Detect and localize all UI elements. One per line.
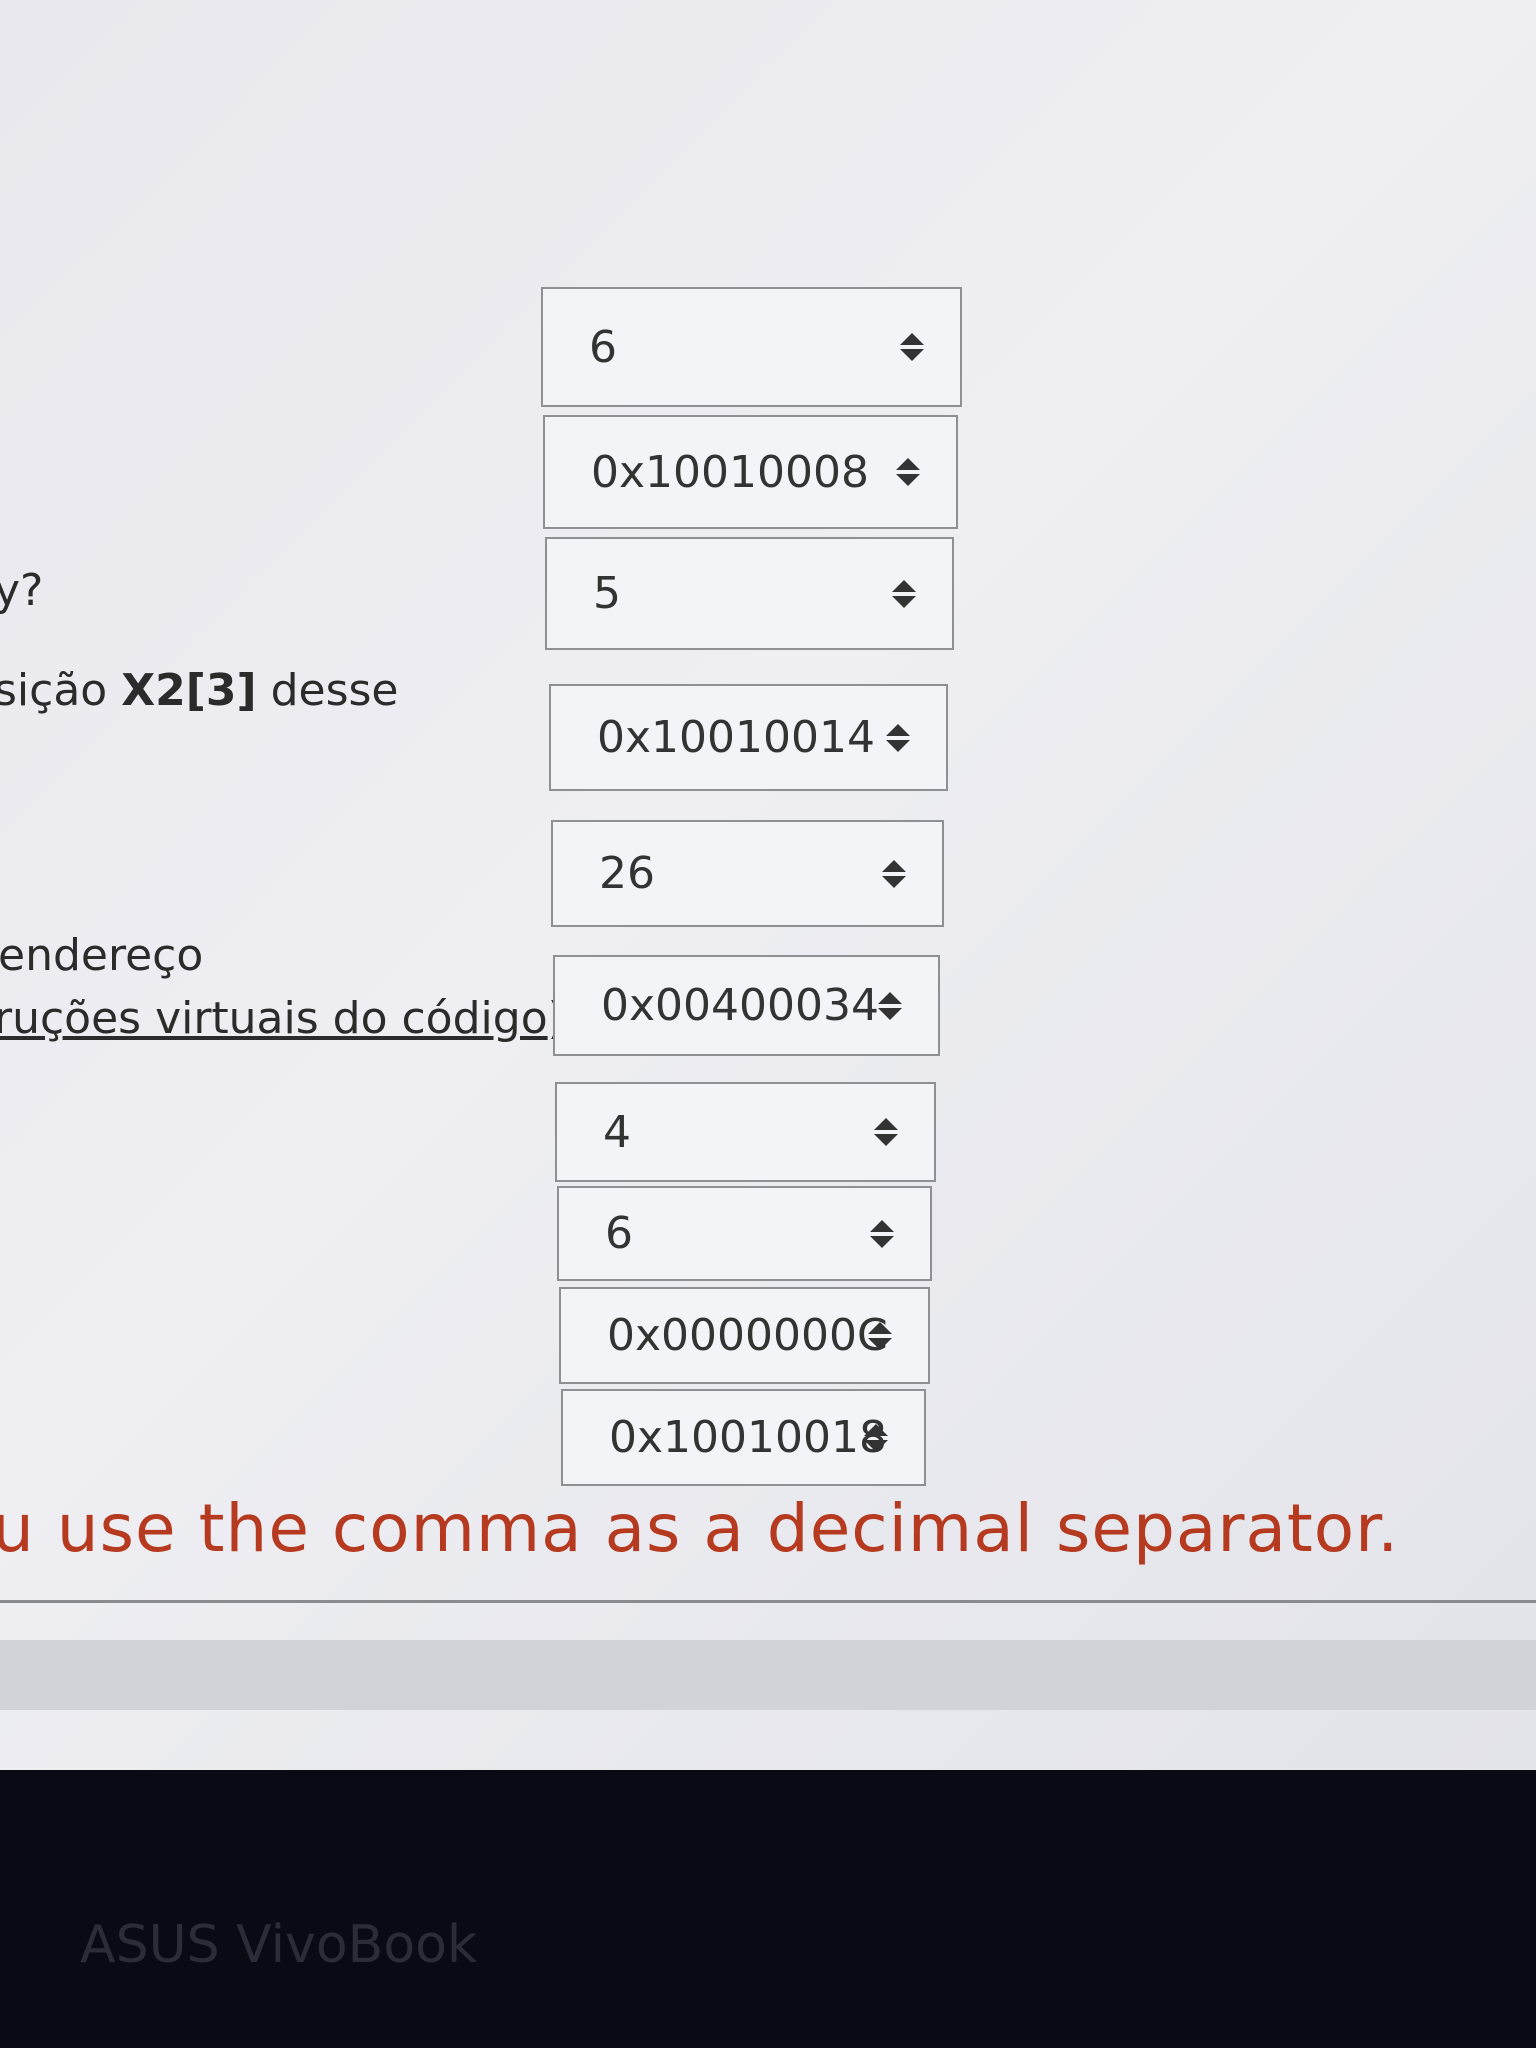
up-down-arrows-icon	[886, 723, 910, 752]
up-down-arrows-icon	[868, 1321, 892, 1350]
quiz-page: y? sição X2[3] desse endereço ruções vir…	[0, 0, 1536, 1770]
question-3-fragment: y?	[0, 565, 44, 616]
up-down-arrows-icon	[896, 458, 920, 486]
up-down-arrows-icon	[874, 1118, 898, 1146]
divider	[0, 1600, 1536, 1603]
answer-select-6-value: 0x00400034	[601, 980, 879, 1031]
answer-select-5-value: 26	[599, 848, 655, 899]
answer-select-5[interactable]: 26	[551, 820, 944, 927]
answer-select-1-value: 6	[589, 321, 617, 373]
answer-select-4[interactable]: 0x10010014	[549, 684, 948, 791]
question-6-instructions-link[interactable]: ruções virtuais do código	[0, 993, 548, 1044]
question-4-array-ref: X2[3]	[121, 665, 257, 716]
answer-select-7[interactable]: 4	[555, 1082, 936, 1182]
answer-select-10-value: 0x10010018	[609, 1412, 887, 1463]
up-down-arrows-icon	[864, 1423, 888, 1452]
up-down-arrows-icon	[882, 859, 906, 888]
question-4-fragment-post: desse	[256, 665, 399, 716]
answer-select-9[interactable]: 0x0000000C	[559, 1287, 930, 1384]
answer-select-6[interactable]: 0x00400034	[553, 955, 940, 1056]
question-4-text: sição X2[3] desse	[0, 665, 399, 716]
up-down-arrows-icon	[900, 333, 924, 361]
up-down-arrows-icon	[870, 1219, 894, 1248]
question-6-text-line2: ruções virtuais do código).	[0, 993, 579, 1044]
answer-select-2-value: 0x10010008	[591, 446, 869, 498]
decimal-separator-notice: u use the comma as a decimal separator.	[0, 1490, 1400, 1567]
question-4-fragment-pre: sição	[0, 665, 122, 716]
question-6-text-line1: endereço	[0, 930, 203, 981]
bezel-brand-logo: ASUS VivoBook	[80, 1915, 478, 1975]
footer-band	[0, 1640, 1536, 1710]
laptop-bezel	[0, 1770, 1536, 2048]
answer-select-8-value: 6	[605, 1208, 633, 1259]
question-3-text: y?	[0, 565, 43, 616]
answer-select-1[interactable]: 6	[541, 287, 962, 407]
answer-select-3[interactable]: 5	[545, 537, 954, 650]
answer-select-3-value: 5	[593, 568, 621, 619]
question-6-fragment-line1: endereço	[0, 930, 204, 981]
answer-select-7-value: 4	[603, 1106, 631, 1158]
answer-select-9-value: 0x0000000C	[607, 1310, 888, 1361]
answer-select-10[interactable]: 0x10010018	[561, 1389, 926, 1486]
up-down-arrows-icon	[892, 579, 916, 608]
answer-select-4-value: 0x10010014	[597, 712, 875, 763]
answer-select-8[interactable]: 6	[557, 1186, 932, 1281]
answer-select-2[interactable]: 0x10010008	[543, 415, 958, 529]
up-down-arrows-icon	[878, 991, 902, 1020]
